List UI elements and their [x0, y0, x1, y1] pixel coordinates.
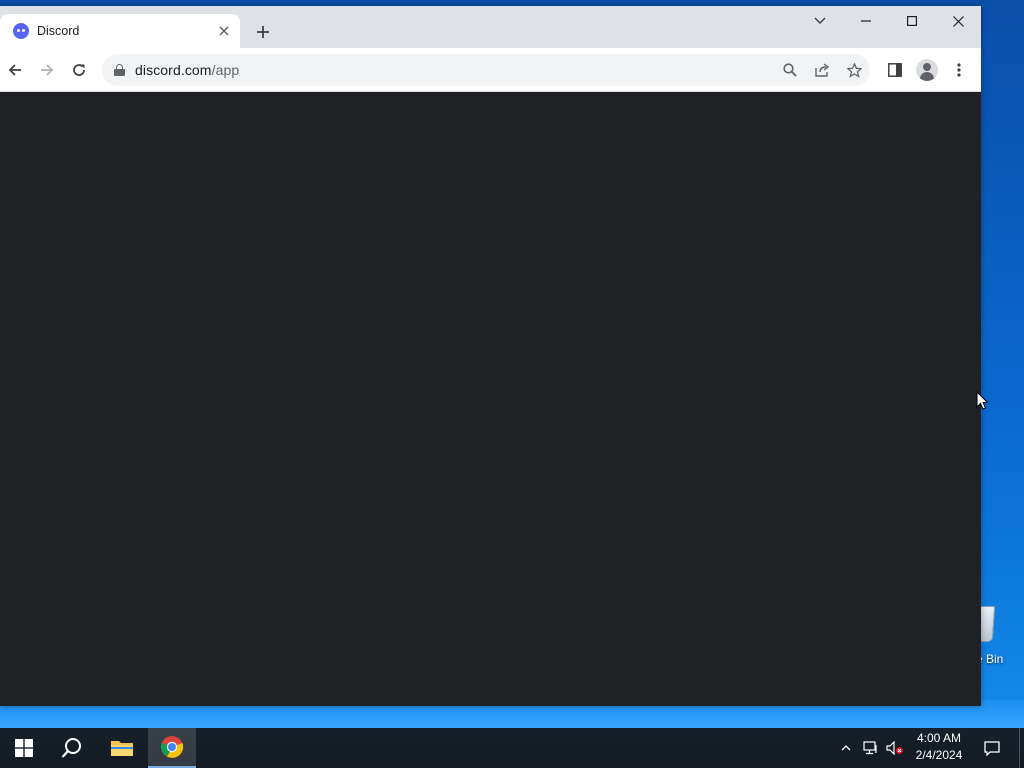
url-text[interactable]: discord.com/app — [135, 62, 239, 78]
page-content-area[interactable] — [0, 92, 981, 706]
share-icon[interactable] — [806, 54, 838, 86]
forward-button[interactable] — [35, 58, 59, 82]
chrome-window: Discord discord.com/app — [0, 6, 981, 706]
clock-date: 2/4/2024 — [915, 748, 963, 762]
maximize-icon — [907, 16, 917, 26]
notification-icon — [984, 740, 1000, 756]
url-path: /app — [211, 62, 240, 78]
start-button[interactable] — [0, 728, 48, 768]
close-window-button[interactable] — [935, 6, 981, 36]
url-domain: discord.com — [135, 62, 212, 78]
browser-toolbar: discord.com/app — [0, 48, 981, 92]
action-center-button[interactable] — [978, 728, 1006, 768]
discord-icon — [13, 23, 29, 39]
search-button[interactable] — [48, 728, 96, 768]
chevron-up-icon — [841, 745, 851, 751]
side-panel-button[interactable] — [883, 58, 907, 82]
folder-icon — [111, 741, 133, 756]
more-vertical-icon — [957, 63, 961, 77]
mouse-cursor-icon — [976, 391, 988, 410]
network-icon[interactable] — [860, 728, 882, 768]
maximize-button[interactable] — [889, 6, 935, 36]
windows-logo-icon — [15, 739, 33, 757]
taskbar: 4:00 AM 2/4/2024 — [0, 728, 1024, 768]
taskbar-clock[interactable]: 4:00 AM 2/4/2024 — [906, 730, 972, 766]
chevron-down-icon — [814, 17, 826, 24]
close-icon — [219, 26, 229, 36]
avatar-icon — [916, 59, 938, 81]
tab-title: Discord — [37, 24, 80, 38]
chrome-menu-button[interactable] — [947, 58, 971, 82]
tab-discord[interactable]: Discord — [0, 14, 240, 48]
reload-icon — [73, 64, 85, 76]
side-panel-icon — [888, 63, 902, 77]
volume-muted-icon[interactable] — [884, 728, 906, 768]
clock-time: 4:00 AM — [916, 731, 962, 745]
tab-search-button[interactable] — [797, 6, 843, 36]
lock-icon[interactable] — [114, 64, 125, 76]
minimize-button[interactable] — [843, 6, 889, 36]
arrow-left-icon — [8, 64, 21, 76]
show-desktop-button[interactable] — [1019, 728, 1024, 768]
bookmark-star-icon[interactable] — [838, 54, 870, 86]
search-icon[interactable] — [774, 54, 806, 86]
plus-icon — [257, 26, 269, 38]
search-icon — [61, 738, 81, 758]
minimize-icon — [861, 20, 871, 22]
show-hidden-icons-button[interactable] — [838, 728, 854, 768]
chrome-icon — [160, 736, 184, 758]
file-explorer-button[interactable] — [98, 728, 146, 768]
chrome-taskbar-button[interactable] — [148, 728, 196, 768]
profile-button[interactable] — [915, 58, 939, 82]
reload-button[interactable] — [67, 58, 91, 82]
new-tab-button[interactable] — [251, 20, 275, 44]
arrow-right-icon — [41, 64, 54, 76]
tab-close-button[interactable] — [214, 21, 234, 41]
close-icon — [952, 15, 964, 27]
address-bar[interactable]: discord.com/app — [102, 54, 870, 86]
back-button[interactable] — [3, 58, 27, 82]
tab-strip: Discord — [0, 6, 981, 48]
